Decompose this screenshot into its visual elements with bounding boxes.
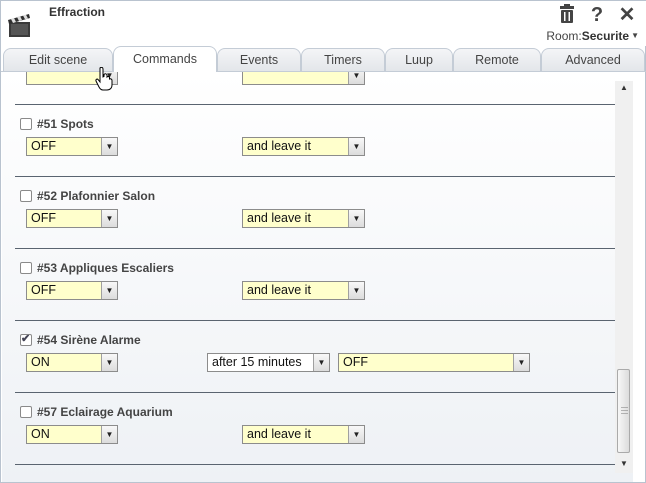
scene-title: Effraction <box>49 5 106 19</box>
divider <box>15 320 615 321</box>
chevron-down-icon: ▼ <box>348 138 364 155</box>
chevron-down-icon: ▼ <box>101 354 117 371</box>
clapperboard-icon <box>7 11 33 39</box>
action-value: and leave it <box>247 427 311 441</box>
chevron-down-icon: ▼ <box>348 72 364 84</box>
chevron-down-icon: ▼ <box>313 354 329 371</box>
device-checkbox[interactable] <box>20 262 32 274</box>
partial-device-row: ▼ ▼ <box>2 72 614 92</box>
chevron-down-icon: ▼ <box>513 354 529 371</box>
state-select[interactable]: OFF ▼ <box>26 209 118 228</box>
device-checkbox[interactable] <box>20 406 32 418</box>
partial-action-select[interactable]: ▼ <box>242 72 365 85</box>
tab-remote[interactable]: Remote <box>453 48 541 71</box>
state-value: OFF <box>31 211 56 225</box>
state-select[interactable]: OFF ▼ <box>26 137 118 156</box>
dialog-header: Effraction ? ✕ Room:Securite ▼ <box>1 1 646 46</box>
chevron-down-icon: ▼ <box>101 210 117 227</box>
scroll-down-icon[interactable]: ▼ <box>615 457 633 471</box>
state-select[interactable]: ON ▼ <box>26 353 118 372</box>
hand-cursor-icon <box>95 66 113 91</box>
chevron-down-icon: ▼ <box>101 138 117 155</box>
tab-advanced[interactable]: Advanced <box>541 48 645 71</box>
device-row: #53 Appliques Escaliers OFF ▼ and leave … <box>2 261 614 334</box>
tab-events[interactable]: Events <box>217 48 301 71</box>
chevron-down-icon: ▼ <box>348 426 364 443</box>
grip-icon: — — — <box>621 404 628 417</box>
divider <box>15 104 615 105</box>
device-name: #51 Spots <box>37 117 94 131</box>
device-checkbox[interactable] <box>20 190 32 202</box>
question-icon[interactable]: ? <box>587 4 607 26</box>
device-row: #57 Eclairage Aquarium ON ▼ and leave it… <box>2 405 614 478</box>
trash-icon[interactable] <box>557 4 577 26</box>
state-value: OFF <box>31 139 56 153</box>
action-value: and leave it <box>247 211 311 225</box>
action-value: and leave it <box>247 139 311 153</box>
action-select[interactable]: and leave it ▼ <box>242 209 365 228</box>
state-select[interactable]: OFF ▼ <box>26 281 118 300</box>
state-value: ON <box>31 427 50 441</box>
scroll-thumb[interactable]: — — — <box>617 369 630 453</box>
divider <box>15 176 615 177</box>
scene-dialog: Effraction ? ✕ Room:Securite ▼ Edit scene… <box>0 0 646 483</box>
device-checkbox[interactable] <box>20 118 32 130</box>
room-value: Securite <box>581 29 630 43</box>
device-name: #54 Sirène Alarme <box>37 333 141 347</box>
action-value: and leave it <box>247 283 311 297</box>
tab-timers[interactable]: Timers <box>301 48 385 71</box>
then-state-select[interactable]: OFF ▼ <box>338 353 530 372</box>
vertical-scrollbar[interactable]: ▲ — — — ▼ <box>615 81 633 473</box>
chevron-down-icon: ▼ <box>348 282 364 299</box>
chevron-down-icon: ▼ <box>631 31 639 40</box>
state-value: OFF <box>31 283 56 297</box>
room-selector[interactable]: Room:Securite ▼ <box>546 29 639 43</box>
chevron-down-icon: ▼ <box>348 210 364 227</box>
chevron-down-icon: ▼ <box>101 426 117 443</box>
delay-select[interactable]: after 15 minutes ▼ <box>207 353 330 372</box>
device-name: #53 Appliques Escaliers <box>37 261 174 275</box>
scroll-up-icon[interactable]: ▲ <box>615 81 633 95</box>
action-select[interactable]: and leave it ▼ <box>242 425 365 444</box>
state-select[interactable]: ON ▼ <box>26 425 118 444</box>
close-icon[interactable]: ✕ <box>617 4 637 26</box>
then-state-value: OFF <box>343 355 368 369</box>
delay-value: after 15 minutes <box>212 355 302 369</box>
divider <box>15 392 615 393</box>
chevron-down-icon: ▼ <box>101 282 117 299</box>
action-select[interactable]: and leave it ▼ <box>242 281 365 300</box>
device-row: #52 Plafonnier Salon OFF ▼ and leave it … <box>2 189 614 262</box>
device-name: #52 Plafonnier Salon <box>37 189 156 203</box>
tab-commands[interactable]: Commands <box>113 46 217 72</box>
device-row: #51 Spots OFF ▼ and leave it ▼ <box>2 117 614 190</box>
room-label: Room: <box>546 29 582 43</box>
tab-luup[interactable]: Luup <box>385 48 453 71</box>
divider <box>15 248 615 249</box>
action-select[interactable]: and leave it ▼ <box>242 137 365 156</box>
state-value: ON <box>31 355 50 369</box>
device-name: #57 Eclairage Aquarium <box>37 405 173 419</box>
commands-panel: ▼ ▼ #51 Spots OFF ▼ and leave it ▼ #52 P… <box>2 72 633 482</box>
device-row: #54 Sirène Alarme ON ▼ after 15 minutes … <box>2 332 614 406</box>
divider <box>15 464 615 465</box>
device-checkbox[interactable] <box>20 332 32 346</box>
